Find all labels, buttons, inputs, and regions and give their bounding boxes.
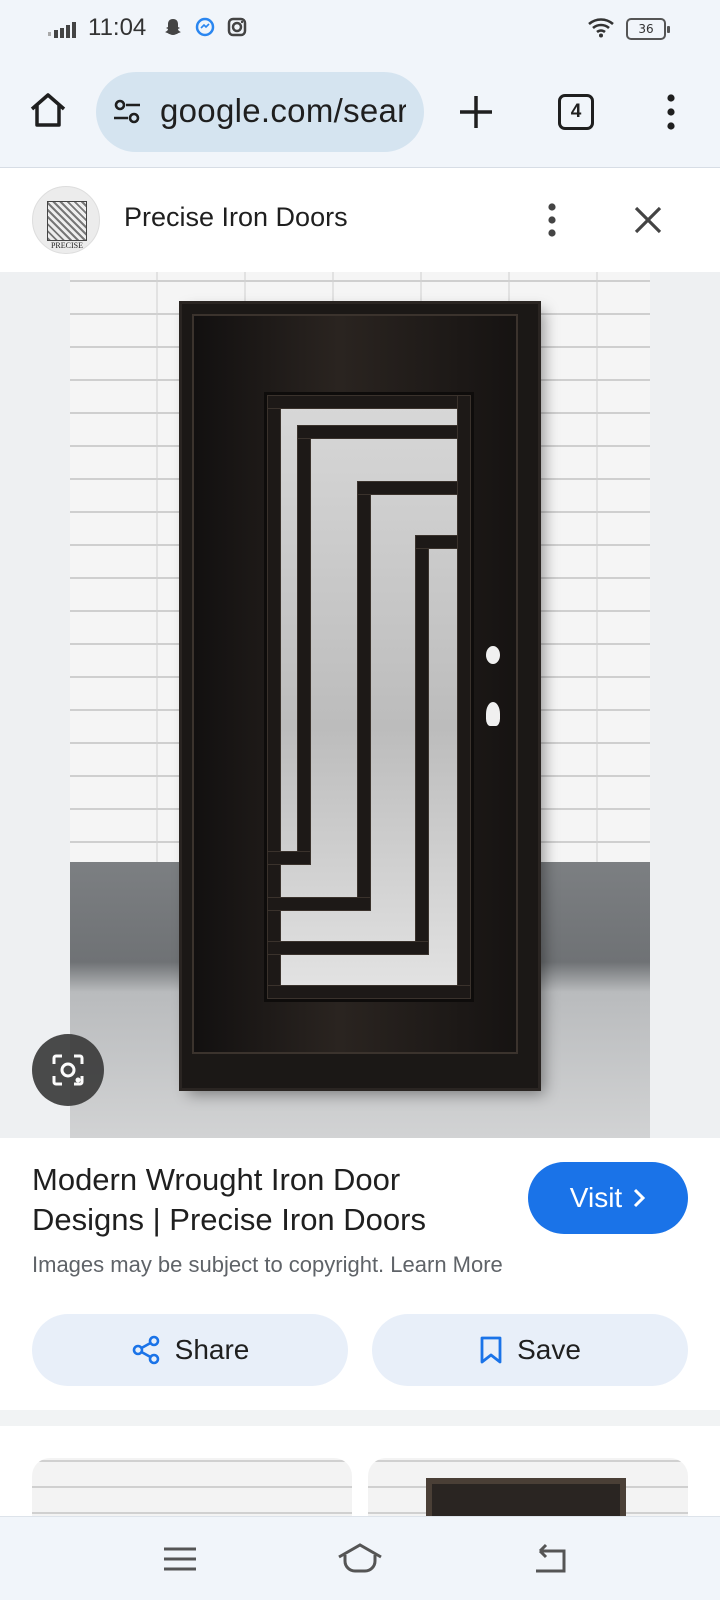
close-icon[interactable] <box>630 202 666 238</box>
logo-emblem <box>47 201 87 241</box>
thumbnail-door <box>426 1478 626 1516</box>
copyright-notice[interactable]: Images may be subject to copyright. Lear… <box>32 1252 503 1278</box>
save-label: Save <box>517 1334 581 1365</box>
home-nav-icon[interactable] <box>336 1541 384 1577</box>
instagram-icon <box>227 17 247 37</box>
recents-icon[interactable] <box>160 1541 200 1577</box>
source-logo[interactable]: PRECISE <box>32 186 100 254</box>
url-text: google.com/search <box>160 92 406 129</box>
messenger-icon <box>195 17 215 37</box>
browser-toolbar: google.com/search 4 <box>0 60 720 168</box>
lens-icon <box>52 1054 84 1086</box>
door-glass <box>264 392 474 1002</box>
new-tab-icon[interactable] <box>456 92 496 132</box>
tab-switcher-icon[interactable]: 4 <box>558 94 594 130</box>
share-label: Share <box>174 1334 250 1365</box>
related-thumbnail[interactable] <box>32 1458 352 1516</box>
status-bar: 11:04 36 <box>0 0 720 60</box>
share-button[interactable]: Share <box>32 1314 348 1386</box>
related-images <box>0 1426 720 1516</box>
clock: 11:04 <box>88 14 147 41</box>
bookmark-icon <box>480 1336 502 1364</box>
source-header: PRECISE Precise Iron Doors <box>0 168 720 272</box>
visit-button[interactable]: Visit <box>528 1162 688 1234</box>
section-divider <box>0 1410 720 1426</box>
snapchat-icon <box>165 19 181 35</box>
battery-icon: 36 <box>626 18 670 40</box>
site-settings-icon[interactable] <box>112 98 142 126</box>
related-thumbnail[interactable] <box>368 1458 688 1516</box>
result-title[interactable]: Modern Wrought Iron Door Designs | Preci… <box>32 1160 492 1240</box>
logo-wordmark: PRECISE <box>50 241 83 250</box>
door-panel <box>192 314 518 1054</box>
google-lens-button[interactable] <box>32 1034 104 1106</box>
visit-label: Visit <box>569 1182 623 1213</box>
save-button[interactable]: Save <box>372 1314 688 1386</box>
system-nav-bar <box>0 1516 720 1600</box>
address-bar[interactable]: google.com/search <box>96 72 424 152</box>
home-icon[interactable] <box>28 90 68 130</box>
door-photo[interactable] <box>70 272 650 1138</box>
door-keyhole <box>486 702 500 726</box>
more-options-icon[interactable] <box>538 200 566 240</box>
source-name[interactable]: Precise Iron Doors <box>124 202 348 233</box>
image-viewer[interactable] <box>0 272 720 1138</box>
signal-icon <box>48 22 76 38</box>
wifi-icon <box>588 18 614 38</box>
chevron-right-icon <box>634 1188 646 1208</box>
share-icon <box>132 1335 159 1365</box>
result-info: Modern Wrought Iron Door Designs | Preci… <box>0 1138 720 1410</box>
iron-door <box>182 304 538 1088</box>
back-icon[interactable] <box>530 1541 570 1577</box>
door-handle <box>486 646 500 664</box>
overflow-menu-icon[interactable] <box>656 92 686 132</box>
